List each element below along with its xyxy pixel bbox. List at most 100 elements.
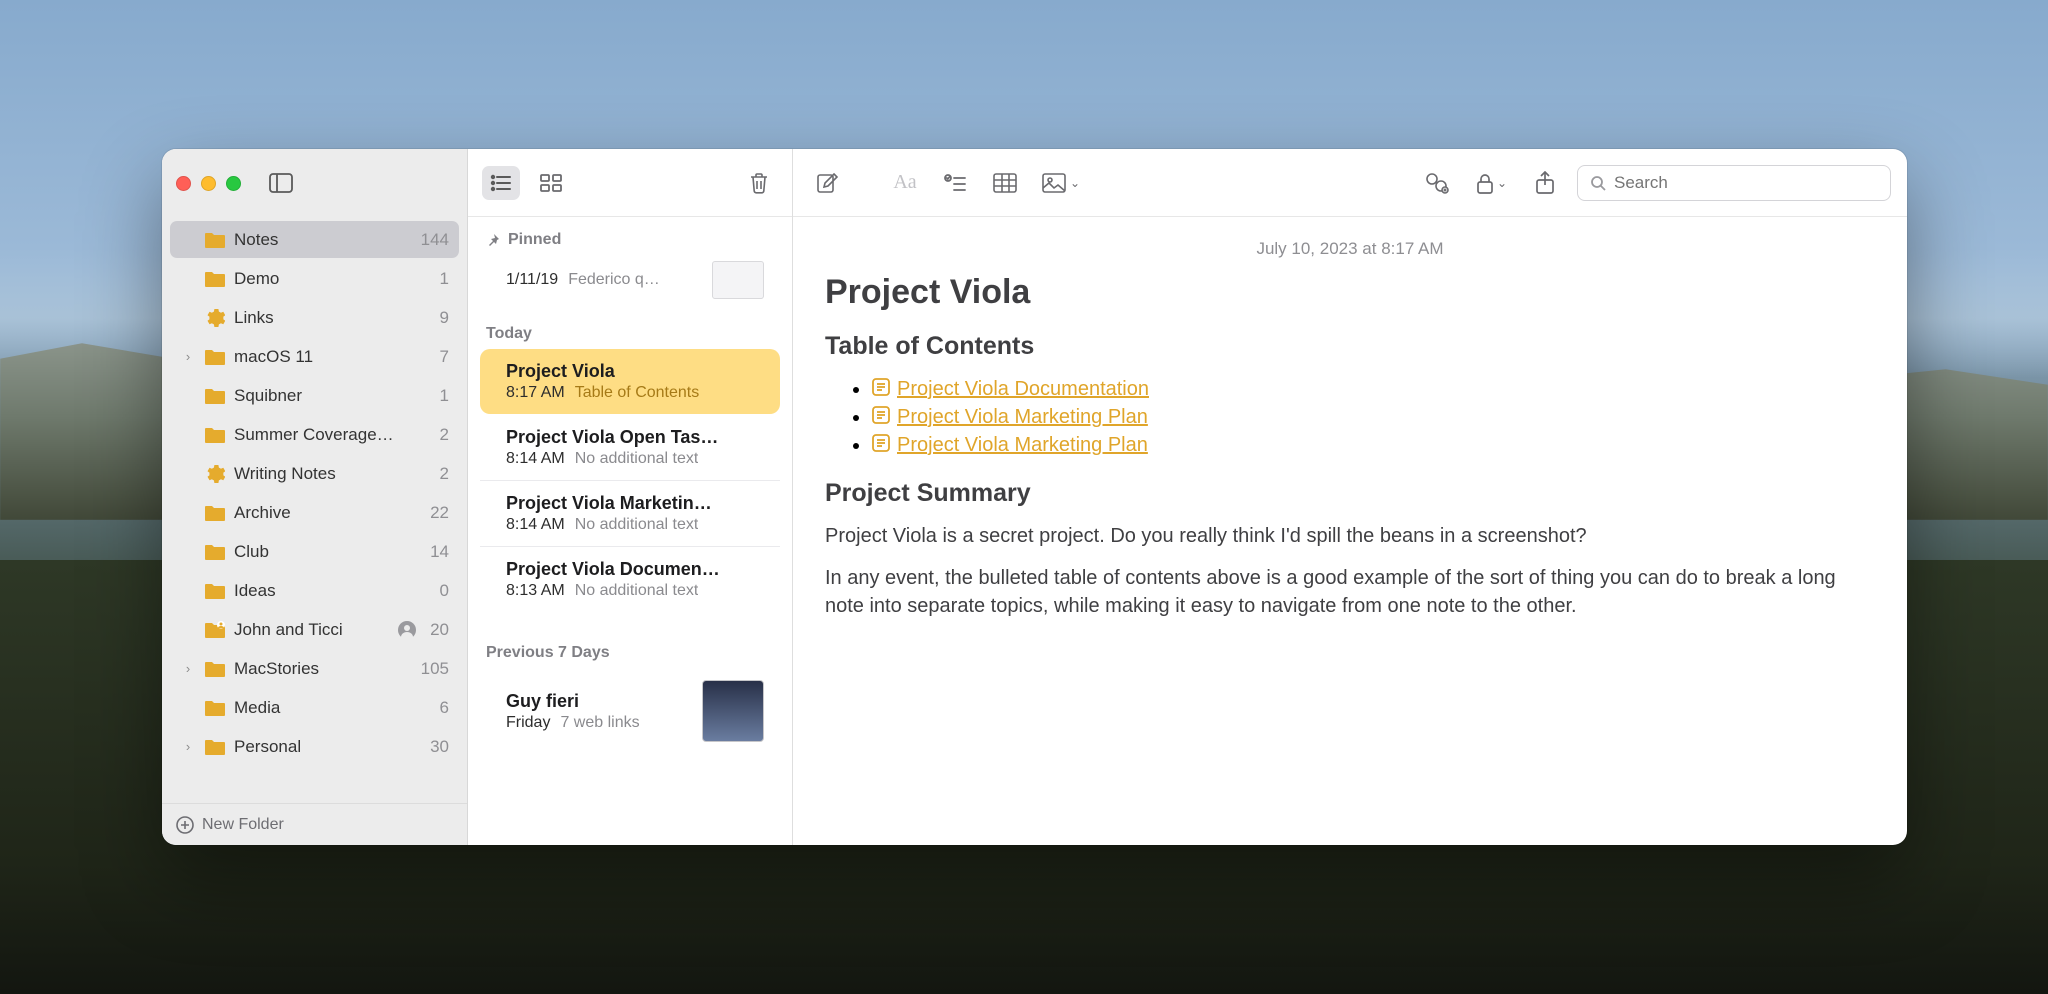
note-item-time: 8:14 AM <box>506 450 565 468</box>
folder-icon <box>204 426 226 444</box>
sidebar-folder-writing-notes[interactable]: Writing Notes 2 <box>170 455 459 492</box>
sidebar-folder-personal[interactable]: › Personal 30 <box>170 728 459 765</box>
note-thumbnail <box>712 261 764 299</box>
delete-note-button[interactable] <box>740 166 778 200</box>
note-body[interactable]: July 10, 2023 at 8:17 AM Project Viola T… <box>793 217 1907 845</box>
folder-icon <box>204 348 226 366</box>
note-item-title: Guy fieri <box>506 691 690 712</box>
folder-icon <box>204 699 226 717</box>
search-input[interactable] <box>1614 173 1878 193</box>
folder-name: Personal <box>234 737 422 757</box>
sidebar-folder-links[interactable]: Links 9 <box>170 299 459 336</box>
window-controls <box>176 176 241 191</box>
sidebar-folder-john-and-ticci[interactable]: John and Ticci 20 <box>170 611 459 648</box>
note-item[interactable]: Guy fieri Friday 7 web links <box>480 668 780 754</box>
folder-icon <box>204 738 226 756</box>
folder-count: 7 <box>440 347 449 367</box>
note-title: Project Viola <box>825 273 1875 312</box>
sidebar-folder-club[interactable]: Club 14 <box>170 533 459 570</box>
new-folder-label: New Folder <box>202 816 284 834</box>
note-icon <box>871 377 891 397</box>
folder-count: 2 <box>440 425 449 445</box>
folder-icon <box>204 504 226 522</box>
folder-name: Links <box>234 308 432 328</box>
folder-name: Squibner <box>234 386 432 406</box>
gallery-view-button[interactable] <box>532 166 570 200</box>
lock-note-button[interactable]: ⌄ <box>1469 167 1513 199</box>
note-item-time: Friday <box>506 714 550 732</box>
folder-count: 30 <box>430 737 449 757</box>
folder-count: 14 <box>430 542 449 562</box>
folder-name: Archive <box>234 503 422 523</box>
toc-link-item: Project Viola Documentation <box>871 375 1875 403</box>
note-editor: Aa ⌄ <box>793 149 1907 845</box>
sidebar-folder-notes[interactable]: Notes 144 <box>170 221 459 258</box>
note-item-snippet: No additional text <box>575 450 699 468</box>
toc-link-item: Project Viola Marketing Plan <box>871 403 1875 431</box>
toc-links-list: Project Viola Documentation Project Viola… <box>825 375 1875 459</box>
folder-name: macOS 11 <box>234 347 432 367</box>
sidebar-folder-media[interactable]: Media 6 <box>170 689 459 726</box>
minimize-window-button[interactable] <box>201 176 216 191</box>
folder-shared-icon <box>204 621 226 639</box>
share-button[interactable] <box>1527 167 1563 199</box>
new-note-button[interactable] <box>809 167 845 199</box>
text-format-button[interactable]: Aa <box>887 167 923 199</box>
pinned-section-header[interactable]: Pinned <box>480 217 780 255</box>
note-item-time: 8:13 AM <box>506 582 565 600</box>
note-item[interactable]: Project Viola Documen… 8:13 AM No additi… <box>480 546 780 612</box>
note-item[interactable]: Project Viola Open Tas… 8:14 AM No addit… <box>480 414 780 480</box>
sidebar-folder-macstories[interactable]: › MacStories 105 <box>170 650 459 687</box>
close-window-button[interactable] <box>176 176 191 191</box>
desktop-wallpaper: Notes 144 Demo 1 Links 9› macOS 11 7 Squ… <box>0 0 2048 994</box>
folder-name: Media <box>234 698 432 718</box>
folder-name: Ideas <box>234 581 432 601</box>
note-item-snippet: 7 web links <box>560 714 639 732</box>
list-view-button[interactable] <box>482 166 520 200</box>
note-item[interactable]: Project Viola Marketin… 8:14 AM No addit… <box>480 480 780 546</box>
media-button[interactable]: ⌄ <box>1037 167 1085 199</box>
search-box[interactable] <box>1577 165 1891 201</box>
folder-name: MacStories <box>234 659 413 679</box>
note-item-title: Project Viola Documen… <box>506 559 764 580</box>
checklist-button[interactable] <box>937 167 973 199</box>
note-item-time: 8:14 AM <box>506 516 565 534</box>
new-folder-button[interactable]: New Folder <box>162 803 467 845</box>
sidebar-folder-squibner[interactable]: Squibner 1 <box>170 377 459 414</box>
note-link[interactable]: Project Viola Marketing Plan <box>871 406 1148 428</box>
gear-icon <box>204 464 226 484</box>
sidebar-folder-archive[interactable]: Archive 22 <box>170 494 459 531</box>
note-link[interactable]: Project Viola Marketing Plan <box>871 434 1148 456</box>
toc-heading: Table of Contents <box>825 332 1875 361</box>
table-button[interactable] <box>987 167 1023 199</box>
note-item-snippet: Table of Contents <box>575 384 700 402</box>
folder-icon <box>204 231 226 249</box>
previous-7-days-section-header: Previous 7 Days <box>480 630 780 668</box>
folder-count: 9 <box>440 308 449 328</box>
toggle-sidebar-button[interactable] <box>265 169 297 197</box>
fullscreen-window-button[interactable] <box>226 176 241 191</box>
sidebar-folder-ideas[interactable]: Ideas 0 <box>170 572 459 609</box>
folder-list: Notes 144 Demo 1 Links 9› macOS 11 7 Squ… <box>162 217 467 803</box>
note-list-toolbar <box>468 149 792 217</box>
folder-name: Writing Notes <box>234 464 432 484</box>
sidebar-toolbar <box>162 149 467 217</box>
note-item[interactable]: Project Viola 8:17 AM Table of Contents <box>480 349 780 414</box>
note-item-time: 8:17 AM <box>506 384 565 402</box>
notes-window: Notes 144 Demo 1 Links 9› macOS 11 7 Squ… <box>162 149 1907 845</box>
chevron-right-icon: › <box>180 349 196 364</box>
pinned-note-item[interactable]: 1/11/19 Federico q… <box>480 255 780 311</box>
folder-count: 1 <box>440 386 449 406</box>
note-list-column: Pinned 1/11/19 Federico q… Today Project… <box>468 149 793 845</box>
sidebar-folder-summer-coverage-[interactable]: Summer Coverage… 2 <box>170 416 459 453</box>
note-link[interactable]: Project Viola Documentation <box>871 378 1149 400</box>
sidebar-folder-macos-11[interactable]: › macOS 11 7 <box>170 338 459 375</box>
note-item-title: Project Viola Open Tas… <box>506 427 764 448</box>
link-note-button[interactable] <box>1419 167 1455 199</box>
folder-icon <box>204 270 226 288</box>
sidebar-folder-demo[interactable]: Demo 1 <box>170 260 459 297</box>
search-icon <box>1590 175 1606 191</box>
toc-link-item: Project Viola Marketing Plan <box>871 431 1875 459</box>
folder-icon <box>204 582 226 600</box>
note-thumbnail <box>702 680 764 742</box>
